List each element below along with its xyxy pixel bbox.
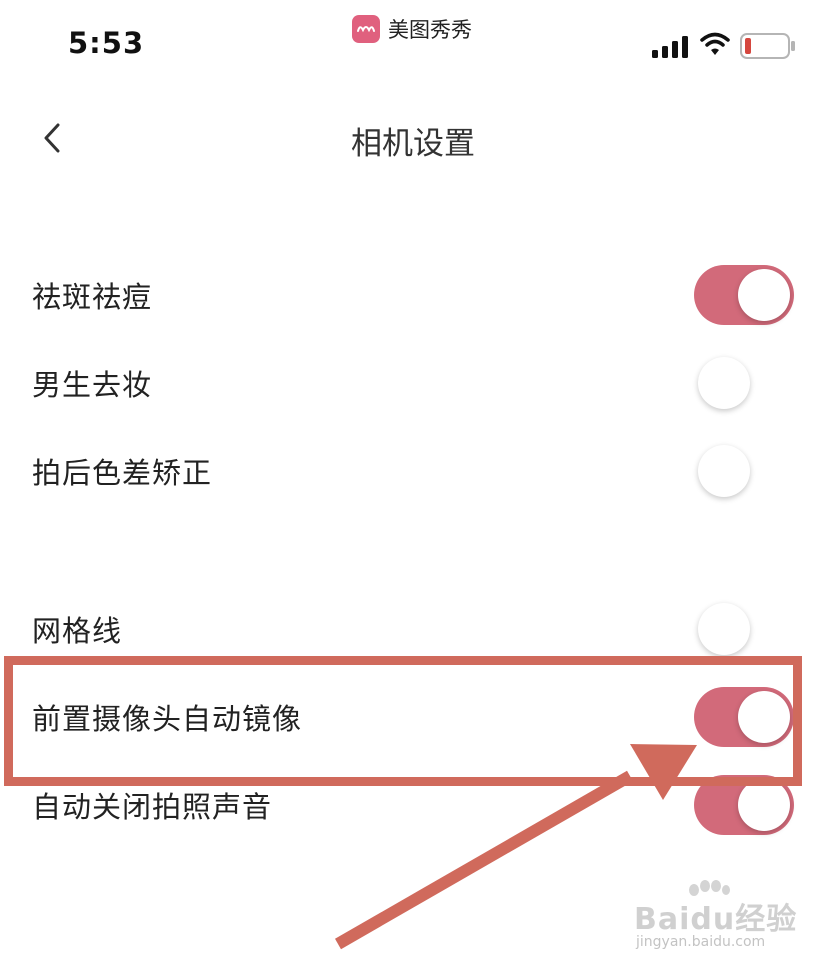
setting-row-color-correction: 拍后色差矫正 — [0, 427, 826, 515]
setting-label: 前置摄像头自动镜像 — [32, 702, 303, 736]
battery-low-icon — [740, 33, 796, 63]
setting-label: 祛斑祛痘 — [32, 280, 153, 314]
toggle-color-correction[interactable] — [694, 441, 794, 501]
toggle-knob — [738, 779, 790, 831]
wifi-icon — [700, 32, 730, 60]
setting-row-auto-mute-shutter: 自动关闭拍照声音 — [0, 761, 826, 849]
app-name: 美图秀秀 — [388, 18, 472, 42]
watermark-main: Baidu经验 — [634, 902, 798, 937]
app-badge: 美图秀秀 — [352, 14, 472, 44]
meitu-app-icon — [352, 15, 380, 43]
setting-row-male-makeup-removal: 男生去妆 — [0, 339, 826, 427]
status-time: 5:53 — [68, 26, 145, 60]
toggle-knob — [698, 357, 750, 409]
toggle-knob — [738, 269, 790, 321]
setting-row-front-camera-mirror: 前置摄像头自动镜像 — [0, 673, 826, 761]
setting-label: 男生去妆 — [32, 368, 153, 402]
watermark-sub: jingyan.baidu.com — [636, 934, 766, 950]
toggle-knob — [698, 445, 750, 497]
cellular-signal-icon — [652, 36, 690, 62]
baidu-jingyan-watermark: Baidu经验 jingyan.baidu.com — [630, 880, 800, 960]
toggle-auto-mute-shutter[interactable] — [694, 775, 794, 835]
toggle-front-camera-mirror[interactable] — [694, 687, 794, 747]
setting-row-blemish-removal: 祛斑祛痘 — [0, 251, 826, 339]
toggle-grid-lines[interactable] — [694, 599, 794, 659]
toggle-knob — [698, 603, 750, 655]
toggle-blemish-removal[interactable] — [694, 265, 794, 325]
status-bar: 5:53 美图秀秀 — [0, 0, 826, 90]
nav-bar: 相机设置 — [0, 100, 826, 176]
toggle-male-makeup-removal[interactable] — [694, 353, 794, 413]
page-title: 相机设置 — [351, 126, 475, 162]
setting-label: 网格线 — [32, 614, 123, 648]
setting-label: 自动关闭拍照声音 — [32, 790, 273, 824]
toggle-knob — [738, 691, 790, 743]
setting-label: 拍后色差矫正 — [32, 456, 213, 490]
setting-row-grid-lines: 网格线 — [0, 585, 826, 673]
